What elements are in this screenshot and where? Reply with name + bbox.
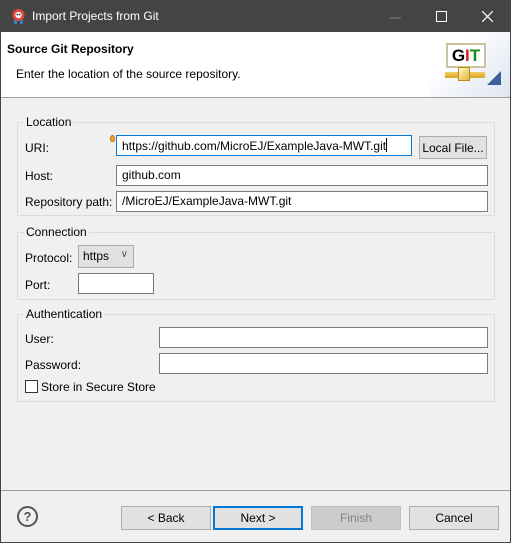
- maximize-button[interactable]: [418, 1, 464, 32]
- help-button[interactable]: ?: [17, 506, 38, 527]
- next-button[interactable]: Next >: [213, 506, 303, 530]
- store-in-secure-store-checkbox[interactable]: [25, 380, 38, 393]
- password-label: Password:: [25, 358, 82, 372]
- page-title: Source Git Repository: [7, 42, 134, 56]
- footer-divider: [1, 490, 510, 491]
- uri-value: https://github.com/MicroEJ/ExampleJava-M…: [122, 139, 387, 153]
- git-valve-icon: [458, 67, 470, 81]
- minimize-button[interactable]: —: [372, 1, 418, 32]
- eclipse-egit-icon: [12, 9, 25, 24]
- finish-button: Finish: [311, 506, 401, 530]
- git-logo-letter: T: [469, 46, 481, 65]
- corner-decoration-icon: [487, 71, 501, 85]
- port-label: Port:: [25, 278, 51, 292]
- store-in-secure-store-label[interactable]: Store in Secure Store: [41, 380, 156, 394]
- protocol-value: https: [83, 249, 110, 263]
- git-logo-icon: GIT: [446, 43, 486, 68]
- connection-legend: Connection: [24, 225, 89, 239]
- back-button[interactable]: < Back: [121, 506, 211, 530]
- help-icon: ?: [23, 509, 32, 524]
- host-input[interactable]: github.com: [116, 165, 488, 186]
- authentication-legend: Authentication: [24, 307, 105, 321]
- window-title: Import Projects from Git: [32, 9, 159, 23]
- local-file-button[interactable]: Local File...: [419, 136, 487, 159]
- user-label: User:: [25, 332, 54, 346]
- text-caret: [386, 138, 388, 152]
- location-legend: Location: [24, 115, 74, 129]
- password-input[interactable]: [159, 353, 488, 374]
- protocol-label: Protocol:: [25, 251, 73, 265]
- user-input[interactable]: [159, 327, 488, 348]
- content-assist-bulb-icon: [110, 135, 115, 142]
- host-label: Host:: [25, 169, 54, 183]
- cancel-button[interactable]: Cancel: [409, 506, 499, 530]
- git-logo-letter: G: [451, 46, 466, 65]
- repository-path-input[interactable]: /MicroEJ/ExampleJava-MWT.git: [116, 191, 488, 212]
- minimize-icon: —: [389, 9, 401, 24]
- title-bar: Import Projects from Git —: [1, 1, 510, 32]
- import-projects-dialog: Import Projects from Git — Source Git Re…: [0, 0, 511, 543]
- chevron-down-icon: ∨: [120, 249, 128, 260]
- wizard-header: Source Git Repository Enter the location…: [1, 32, 510, 98]
- page-description: Enter the location of the source reposit…: [16, 67, 241, 81]
- maximize-icon: [435, 11, 447, 22]
- protocol-select[interactable]: https ∨: [78, 245, 134, 268]
- close-button[interactable]: [464, 1, 510, 32]
- repository-path-label: Repository path:: [25, 195, 113, 209]
- uri-label: URI:: [25, 141, 49, 155]
- close-icon: [481, 11, 493, 22]
- uri-input[interactable]: https://github.com/MicroEJ/ExampleJava-M…: [116, 135, 412, 156]
- port-input[interactable]: [78, 273, 154, 294]
